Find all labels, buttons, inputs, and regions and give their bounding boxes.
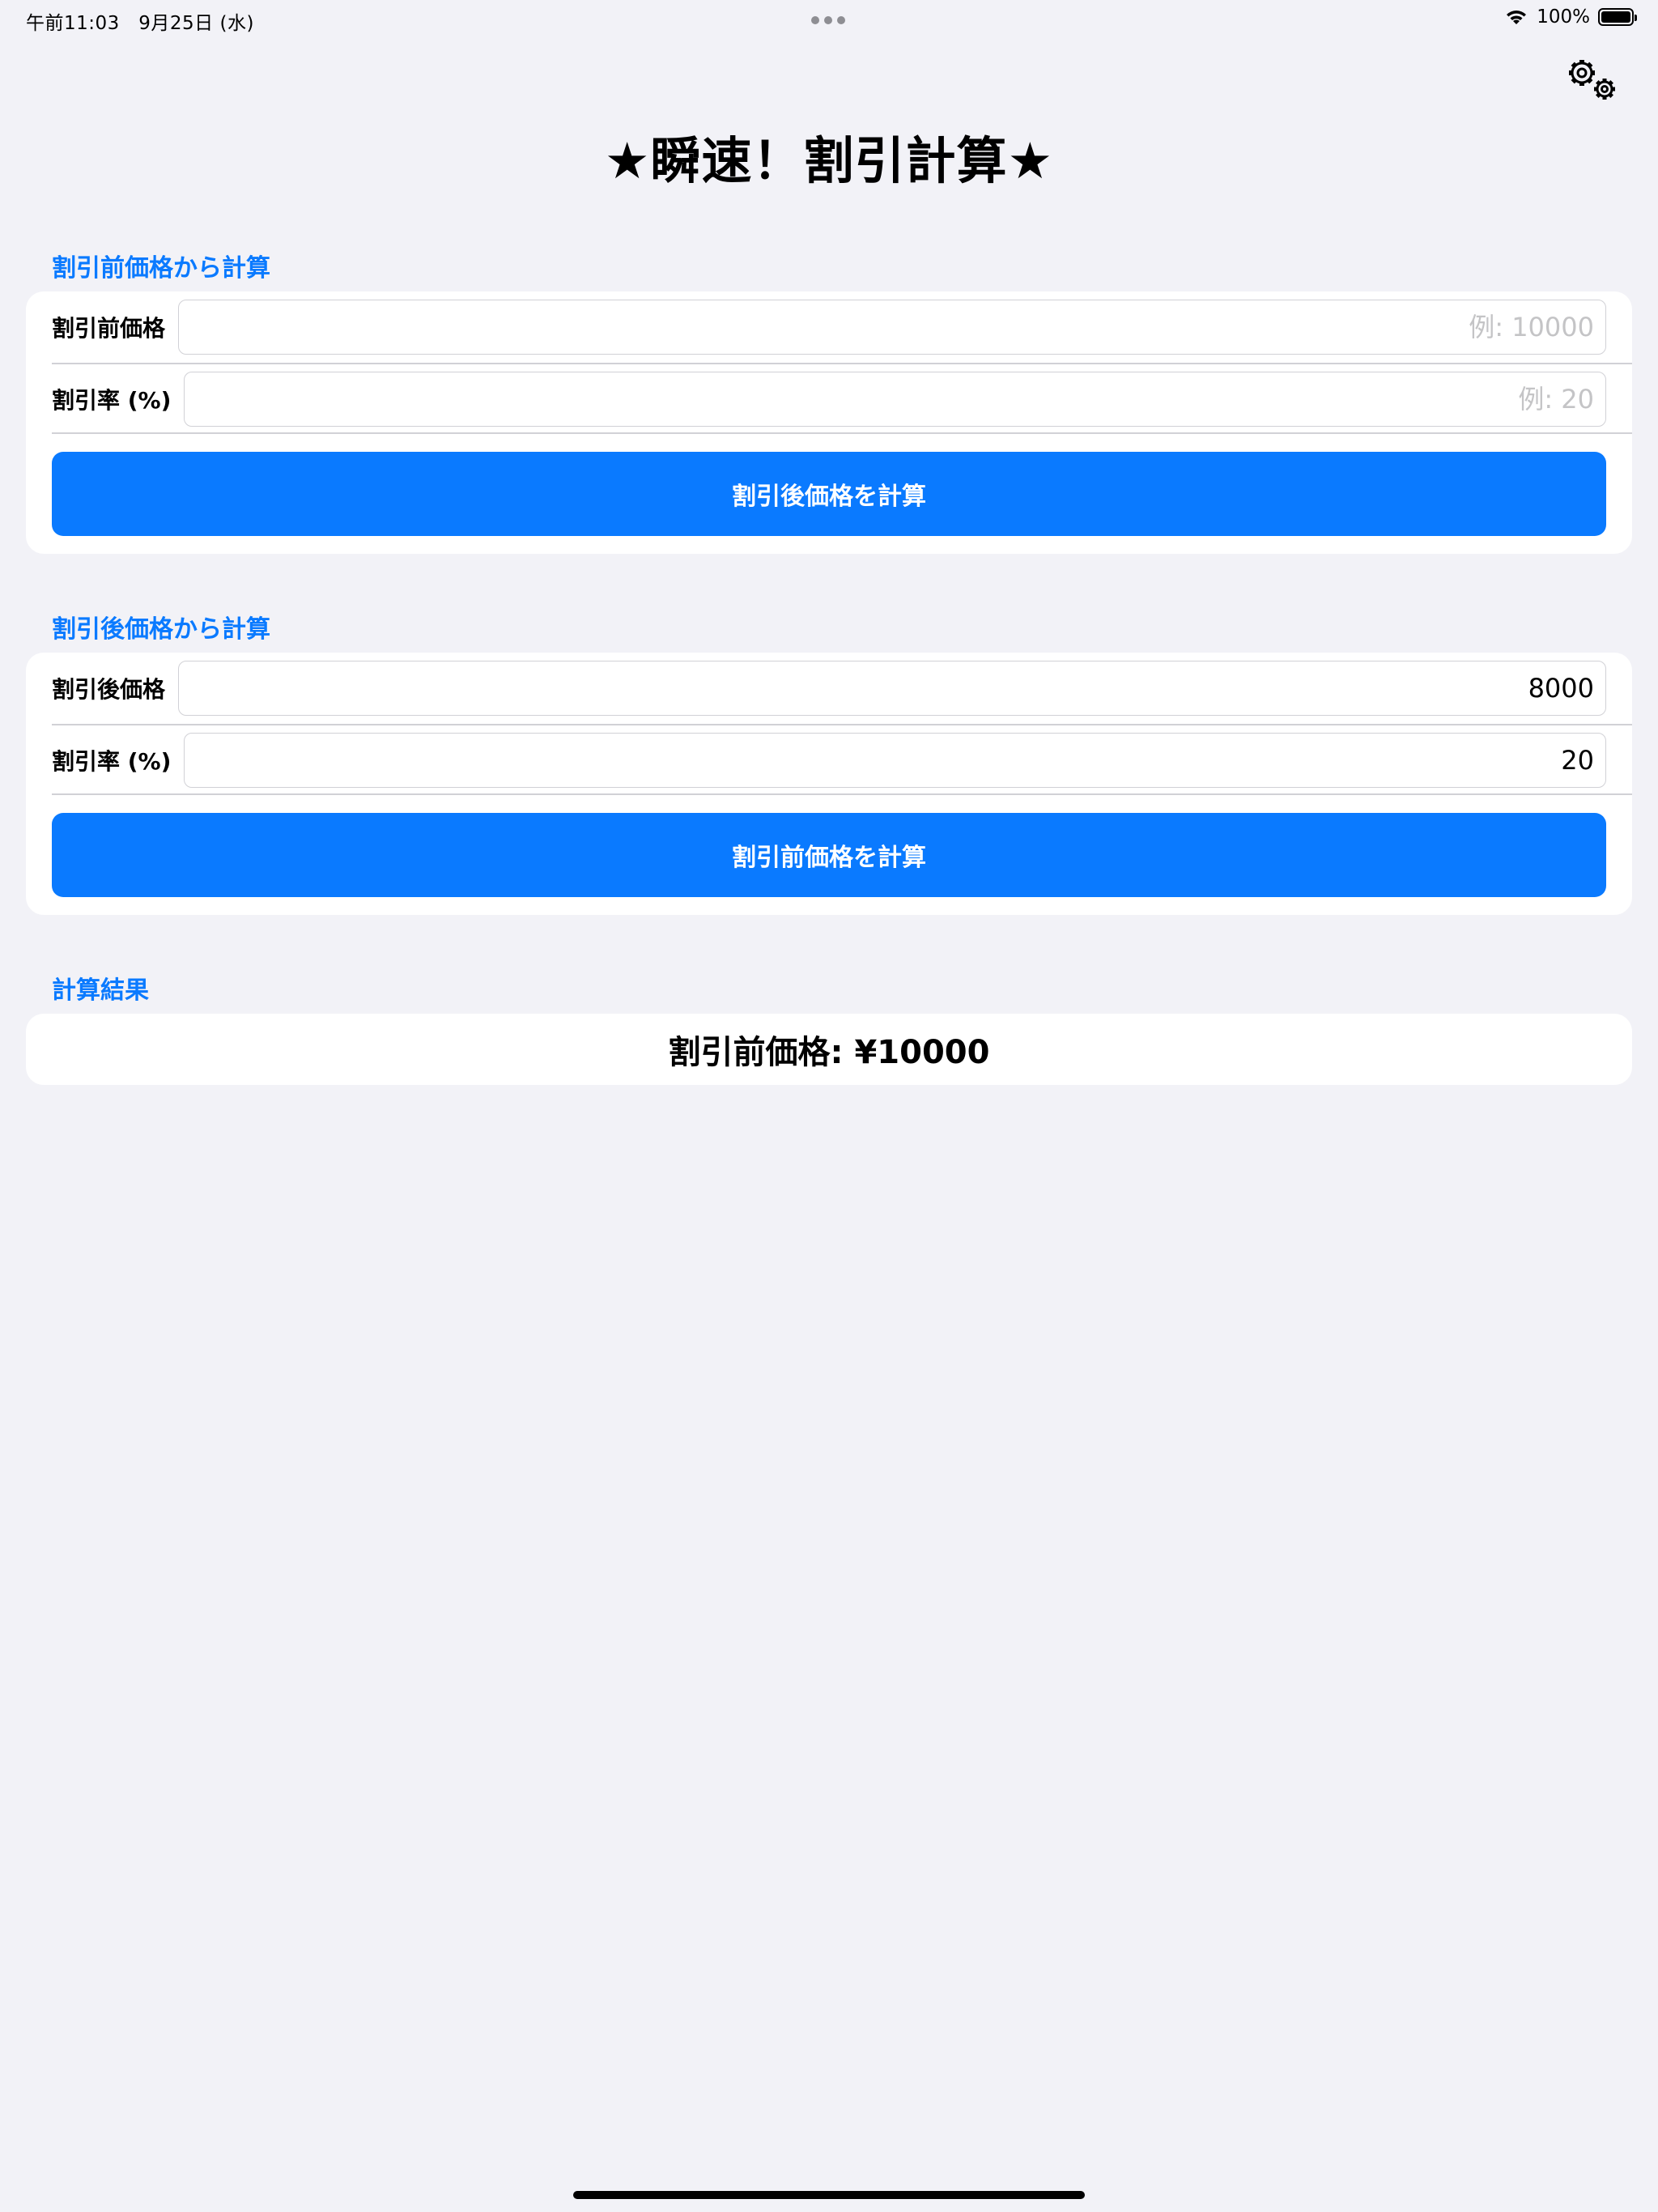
row-divider [52, 793, 1632, 795]
calculate-discounted-price-button[interactable]: 割引後価格を計算 [52, 452, 1606, 536]
battery-percent: 100% [1537, 6, 1590, 28]
result-text: 割引前価格: ¥10000 [668, 1034, 990, 1071]
page-title: ★瞬速！割引計算★ [604, 131, 1054, 190]
discounted-price-row: 割引後価格 [52, 653, 1632, 724]
section-header-original-price: 割引前価格から計算 [52, 254, 270, 283]
battery-icon [1598, 8, 1637, 26]
discount-rate-input-2[interactable] [184, 733, 1606, 788]
discount-rate-row-1: 割引率 (%) [52, 364, 1632, 435]
discount-rate-label-1: 割引率 (%) [52, 387, 172, 414]
section-header-result: 計算結果 [52, 976, 149, 1005]
discount-rate-input-1[interactable] [184, 372, 1606, 427]
calculate-original-price-button[interactable]: 割引前価格を計算 [52, 813, 1606, 897]
original-price-input[interactable] [178, 300, 1606, 355]
battery-level-fill [1601, 11, 1630, 23]
multitasking-dots-icon[interactable] [811, 16, 845, 24]
discount-rate-row-2: 割引率 (%) [52, 725, 1632, 796]
original-price-row: 割引前価格 [52, 291, 1632, 363]
status-indicators: 100% [1504, 6, 1637, 28]
result-card: 割引前価格: ¥10000 [26, 1014, 1632, 1085]
row-divider [52, 432, 1632, 434]
discount-rate-label-2: 割引率 (%) [52, 748, 172, 775]
original-price-card: 割引前価格 割引率 (%) 割引後価格を計算 [26, 291, 1632, 554]
discounted-price-card: 割引後価格 割引率 (%) 割引前価格を計算 [26, 653, 1632, 915]
discounted-price-input[interactable] [178, 661, 1606, 716]
home-indicator[interactable] [573, 2191, 1085, 2199]
status-time: 午前11:03 9月25日 (水) [26, 13, 254, 34]
discounted-price-label: 割引後価格 [52, 676, 166, 703]
settings-button[interactable] [1564, 55, 1622, 105]
wifi-icon [1507, 11, 1527, 24]
original-price-label: 割引前価格 [52, 315, 166, 342]
status-bar: 午前11:03 9月25日 (水) 100% [0, 0, 1658, 39]
gear-icon [1569, 60, 1615, 100]
section-header-discounted-price: 割引後価格から計算 [52, 615, 270, 644]
